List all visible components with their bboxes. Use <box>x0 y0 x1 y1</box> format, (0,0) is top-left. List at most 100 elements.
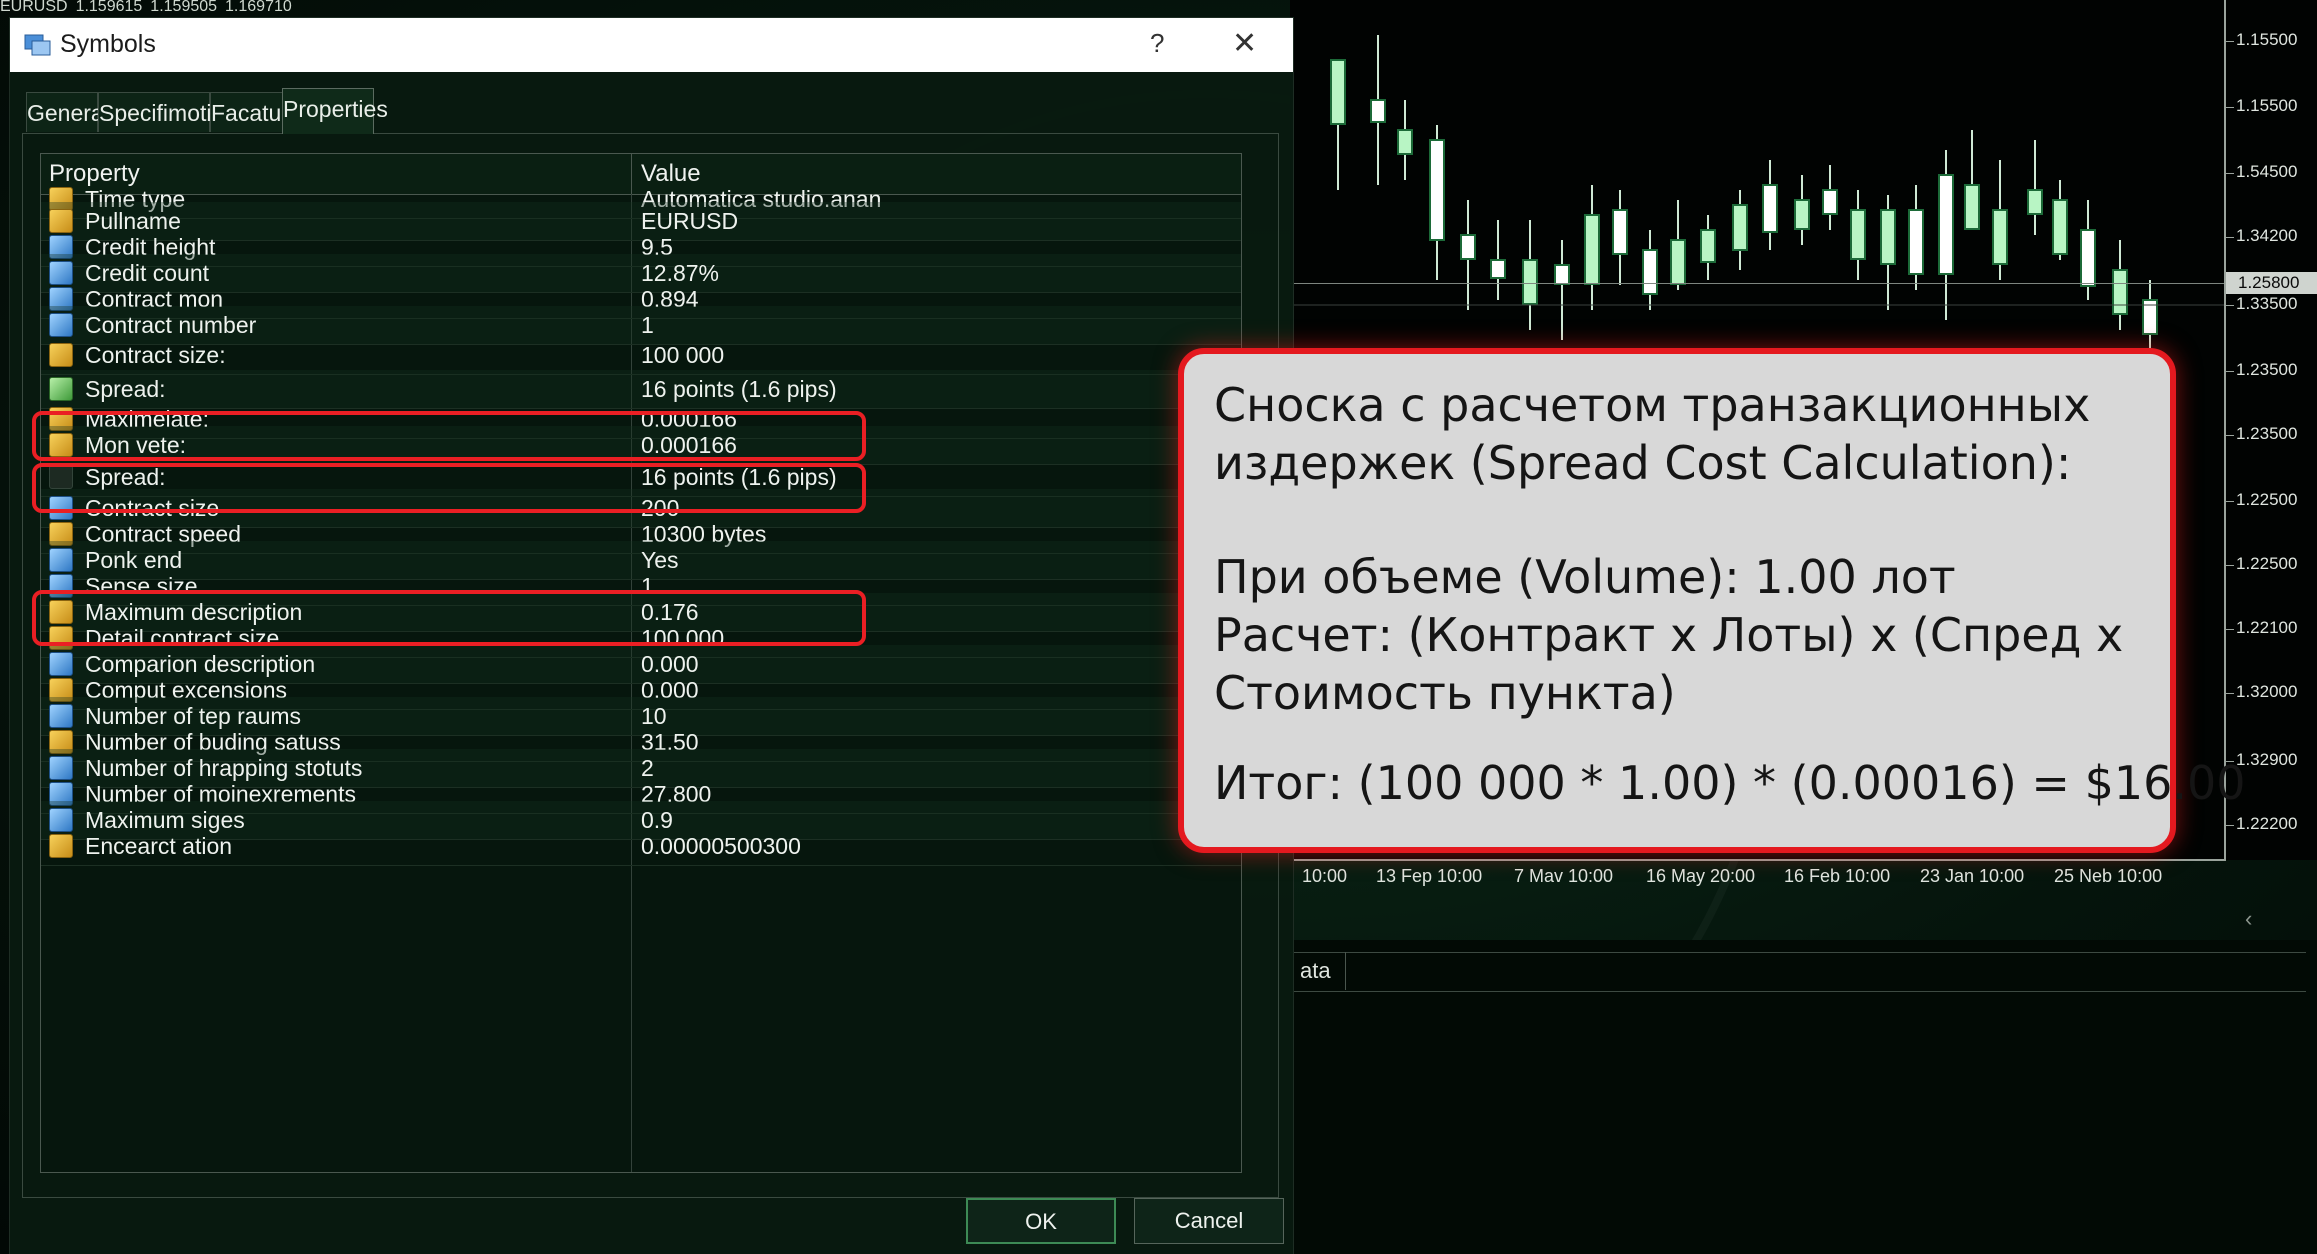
price-tick <box>2226 693 2234 694</box>
property-name: Encearct ation <box>85 833 233 859</box>
candle-body <box>1762 184 1778 233</box>
candle-body <box>2080 229 2096 287</box>
date-label: 16 May 20:00 <box>1646 866 1756 886</box>
symbol-quote-line: EURUSD 1.159615 1.159505 1.169710 <box>0 0 300 15</box>
help-button[interactable]: ? <box>1150 28 1164 59</box>
candle-body <box>1584 214 1600 285</box>
dialog-titlebar[interactable]: Symbols ? ✕ <box>10 18 1293 72</box>
candle-body <box>1938 174 1954 275</box>
candle-body <box>1330 59 1346 125</box>
highlight-contract-size <box>32 411 866 461</box>
candle-body <box>1700 229 1716 263</box>
candle-body <box>2052 199 2068 255</box>
callout-title-line-1: Сноска с расчетом транзакционных <box>1214 378 2091 432</box>
property-value: 0.00000500300 <box>641 833 801 859</box>
candle-body <box>1429 139 1445 241</box>
price-label: 1.23500 <box>2236 360 2298 379</box>
candle-body <box>1992 209 2008 265</box>
tab-general[interactable]: General <box>26 92 109 132</box>
property-icon <box>49 834 73 858</box>
candle-body <box>1908 209 1924 275</box>
property-name: Spread: <box>85 376 166 402</box>
price-label: 1.22500 <box>2236 554 2298 573</box>
price-label: 1.54500 <box>2236 162 2298 181</box>
property-value: 1 <box>641 312 654 338</box>
toolbox-tab-strip <box>1290 952 2306 992</box>
date-label: 7 Mav 10:00 <box>1514 866 1614 886</box>
spread-cost-callout: Сноска с расчетом транзакционных издерже… <box>1178 348 2246 853</box>
candle-body <box>1732 204 1748 251</box>
toolbox-tab-data[interactable]: ata <box>1300 958 1331 984</box>
candle-body <box>2112 269 2128 315</box>
date-label: 10:00 <box>1302 866 1348 886</box>
candle-body <box>1522 259 1538 305</box>
candle-body <box>1880 209 1896 265</box>
plot-bottom-border <box>1290 859 2226 861</box>
candle-body <box>1794 199 1810 230</box>
current-price-line <box>1290 283 2226 284</box>
candle-body <box>1822 189 1838 215</box>
candle-body <box>1850 209 1866 260</box>
callout-formula-line-2: Стоимость пункта) <box>1214 666 1676 720</box>
price-label: 1.22500 <box>2236 490 2298 509</box>
tab-specifimotics[interactable]: Specifimotics <box>98 92 234 132</box>
candle-body <box>1612 209 1628 255</box>
highlight-spread-second <box>32 590 866 646</box>
price-label: 1.15500 <box>2236 96 2298 115</box>
price-label: 1.15500 <box>2236 30 2298 49</box>
property-icon <box>49 377 73 401</box>
symbol-name: EURUSD <box>0 0 68 15</box>
cancel-button[interactable]: Cancel <box>1134 1198 1284 1244</box>
candle-body <box>1397 129 1413 155</box>
property-icon <box>49 313 73 337</box>
quote-ask: 1.159505 <box>150 0 218 15</box>
price-label: 1.22100 <box>2236 618 2298 637</box>
price-label: 1.32000 <box>2236 682 2298 701</box>
plot-right-border <box>2224 0 2226 860</box>
candle-body <box>1670 239 1686 285</box>
candle-body <box>1964 184 1980 230</box>
symbols-app-icon <box>24 34 51 56</box>
property-name: Contract size: <box>85 342 226 368</box>
tab-properties[interactable]: Properties <box>282 88 388 134</box>
highlight-spread <box>32 463 866 513</box>
candle-body <box>2027 189 2043 215</box>
candle-body <box>1642 249 1658 295</box>
price-tick <box>2226 501 2234 502</box>
current-price-badge: 1.25800 <box>2226 272 2317 294</box>
table-row[interactable]: Encearct ation 0.00000500300 <box>41 827 1241 866</box>
symbols-dialog: Symbols ? ✕ General Specifimotics Facatu… <box>10 18 1293 1254</box>
property-value: 100 000 <box>641 342 725 368</box>
quote-bid: 1.159615 <box>75 0 143 15</box>
date-label: 16 Feb 10:00 <box>1784 866 1891 886</box>
price-label: 1.23500 <box>2236 424 2298 443</box>
ok-button[interactable]: OK <box>966 1198 1116 1244</box>
callout-volume-line: При объеме (Volume): 1.00 лот <box>1214 550 1956 604</box>
price-tick <box>2226 629 2234 630</box>
toolbox-tab-divider <box>1345 952 1346 990</box>
price-tick <box>2226 41 2234 42</box>
date-label: 13 Fep 10:00 <box>1376 866 1483 886</box>
callout-title-line-2: издержек (Spread Cost Calculation): <box>1214 436 2072 490</box>
price-tick <box>2226 565 2234 566</box>
price-tick <box>2226 825 2234 826</box>
dialog-title: Symbols <box>60 30 156 58</box>
price-tick <box>2226 107 2234 108</box>
property-name: Contract number <box>85 312 257 338</box>
price-label: 1.34200 <box>2236 226 2298 245</box>
price-tick <box>2226 305 2234 306</box>
price-label: 1.33500 <box>2236 294 2298 313</box>
date-label: 25 Neb 10:00 <box>2054 866 2163 886</box>
callout-result-line: Итог: (100 000 * 1.00) * (0.00016) = $16… <box>1214 756 2246 810</box>
tab-facatuss[interactable]: Facatuss <box>210 92 304 132</box>
property-value: 16 points (1.6 pips) <box>641 376 837 402</box>
price-tick <box>2226 435 2234 436</box>
close-icon[interactable]: ✕ <box>1232 26 1257 61</box>
price-tick <box>2226 371 2234 372</box>
candle-body <box>1460 234 1476 260</box>
callout-formula-line-1: Расчет: (Контракт x Лоты) x (Спред x <box>1214 608 2124 662</box>
price-tick <box>2226 173 2234 174</box>
date-label: 23 Jan 10:00 <box>1920 866 2025 886</box>
candle-body <box>1370 99 1386 123</box>
candle-body <box>1554 264 1570 285</box>
